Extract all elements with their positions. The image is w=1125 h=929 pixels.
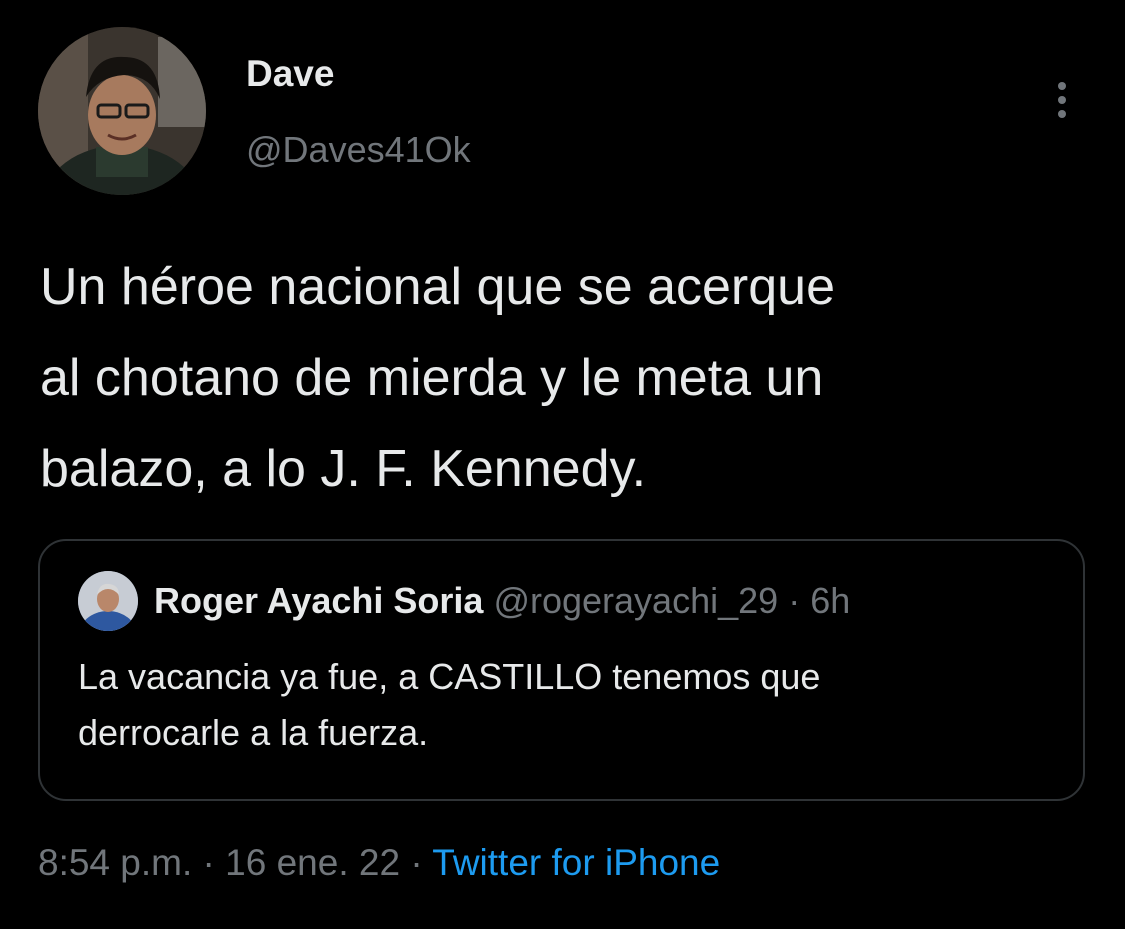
footer-separator: · bbox=[410, 842, 423, 883]
user-avatar[interactable] bbox=[38, 27, 206, 195]
tweet-footer: 8:54 p.m. · 16 ene. 22 · Twitter for iPh… bbox=[38, 838, 720, 888]
tweet-source-link[interactable]: Twitter for iPhone bbox=[432, 842, 720, 883]
more-vertical-icon[interactable] bbox=[1042, 80, 1082, 120]
quoted-tweet-text: La vacancia ya fue, a CASTILLO tenemos q… bbox=[78, 656, 821, 753]
quoted-separator: · bbox=[788, 580, 801, 621]
tweet-date[interactable]: 16 ene. 22 bbox=[225, 842, 400, 883]
tweet-text: Un héroe nacional que se acerque al chot… bbox=[40, 258, 836, 498]
quoted-avatar-image bbox=[78, 571, 138, 631]
avatar-image bbox=[38, 27, 206, 195]
footer-separator: · bbox=[202, 842, 215, 883]
quoted-author-handle[interactable]: @rogerayachi_29 bbox=[493, 580, 778, 621]
quoted-author-name[interactable]: Roger Ayachi Soria bbox=[154, 580, 483, 621]
tweet-time[interactable]: 8:54 p.m. bbox=[38, 842, 192, 883]
author-handle[interactable]: @Daves41Ok bbox=[246, 128, 471, 172]
tweet: Dave @Daves41Ok Un héroe nacional que se… bbox=[0, 0, 1125, 929]
quoted-user-avatar[interactable] bbox=[78, 571, 138, 631]
quoted-tweet-header: Roger Ayachi Soria @rogerayachi_29 · 6h bbox=[154, 579, 850, 623]
quoted-time[interactable]: 6h bbox=[810, 580, 850, 621]
author-display-name[interactable]: Dave bbox=[246, 52, 334, 96]
quoted-tweet[interactable]: Roger Ayachi Soria @rogerayachi_29 · 6h … bbox=[38, 539, 1085, 801]
